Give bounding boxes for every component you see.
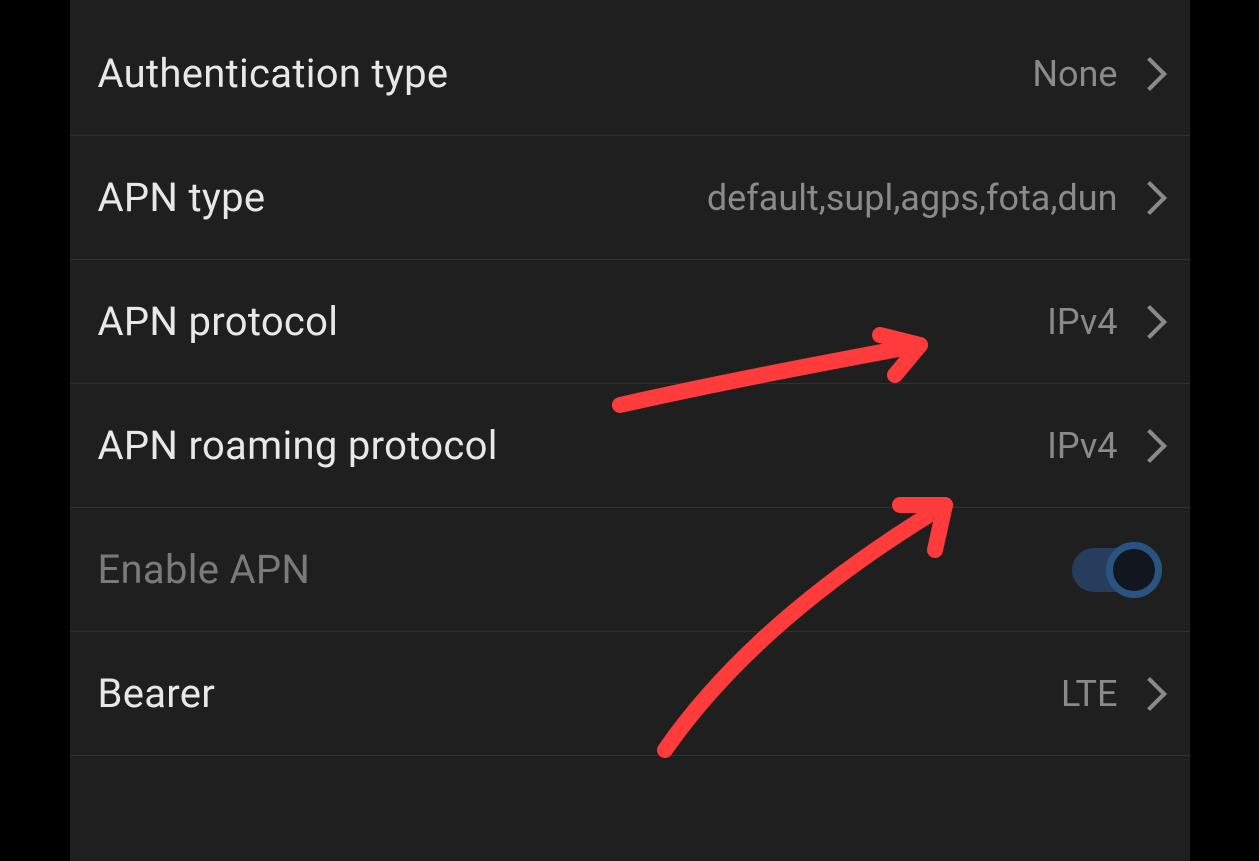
setting-right: default,supl,agps,fota,dun bbox=[707, 177, 1160, 219]
setting-value: default,supl,agps,fota,dun bbox=[707, 177, 1118, 219]
setting-value: LTE bbox=[1061, 673, 1118, 715]
setting-row-apn-type[interactable]: APN type default,supl,agps,fota,dun bbox=[70, 136, 1190, 260]
setting-right: IPv4 bbox=[1047, 425, 1159, 467]
setting-right: IPv4 bbox=[1047, 301, 1159, 343]
setting-label: APN type bbox=[98, 174, 266, 221]
setting-row-authentication-type[interactable]: Authentication type None bbox=[70, 0, 1190, 136]
setting-right: LTE bbox=[1061, 673, 1160, 715]
setting-label: Authentication type bbox=[98, 50, 449, 97]
setting-label: Bearer bbox=[98, 670, 216, 717]
toggle-switch[interactable] bbox=[1072, 548, 1160, 592]
apn-settings-panel: Authentication type None APN type defaul… bbox=[70, 0, 1190, 861]
setting-label: Enable APN bbox=[98, 546, 311, 593]
setting-row-apn-roaming-protocol[interactable]: APN roaming protocol IPv4 bbox=[70, 384, 1190, 508]
setting-label: APN protocol bbox=[98, 298, 339, 345]
chevron-right-icon bbox=[1142, 59, 1160, 89]
chevron-right-icon bbox=[1142, 307, 1160, 337]
toggle-knob bbox=[1106, 542, 1162, 598]
chevron-right-icon bbox=[1142, 431, 1160, 461]
chevron-right-icon bbox=[1142, 679, 1160, 709]
setting-value: IPv4 bbox=[1047, 301, 1117, 343]
setting-row-bearer[interactable]: Bearer LTE bbox=[70, 632, 1190, 756]
setting-right bbox=[1072, 548, 1160, 592]
setting-right: None bbox=[1032, 53, 1159, 95]
chevron-right-icon bbox=[1142, 183, 1160, 213]
setting-label: APN roaming protocol bbox=[98, 422, 498, 469]
setting-row-enable-apn: Enable APN bbox=[70, 508, 1190, 632]
setting-value: IPv4 bbox=[1047, 425, 1117, 467]
setting-row-apn-protocol[interactable]: APN protocol IPv4 bbox=[70, 260, 1190, 384]
setting-value: None bbox=[1032, 53, 1117, 95]
